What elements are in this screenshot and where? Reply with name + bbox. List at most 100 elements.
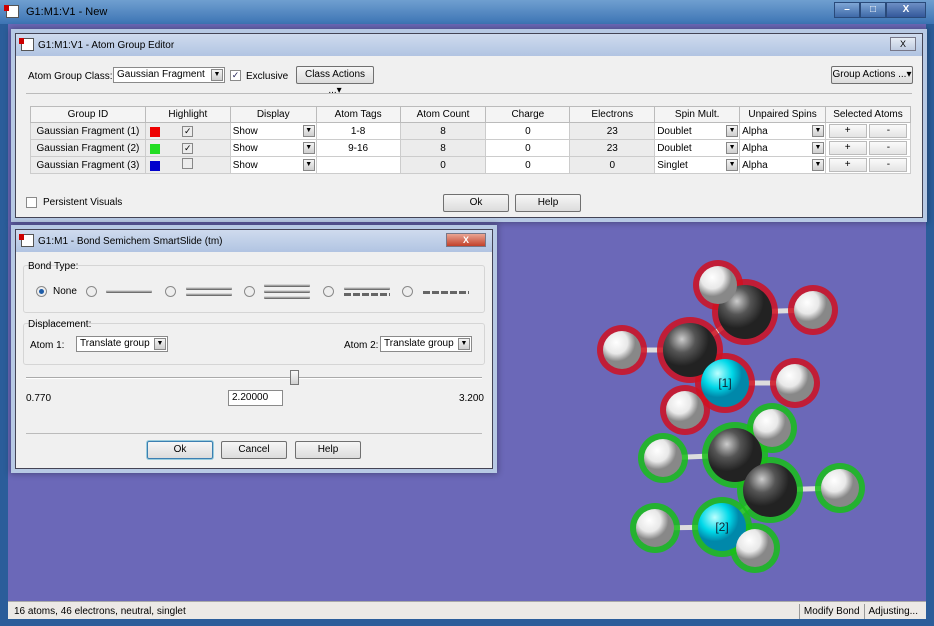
add-selected-button[interactable]: + [828, 158, 867, 172]
column-header[interactable]: Atom Tags [315, 106, 401, 123]
bond-triple-radio[interactable] [244, 286, 255, 297]
hydrogen-atom[interactable] [636, 509, 674, 547]
table-row[interactable]: Gaussian Fragment (2) ✓ Show ▼ 9-16 8 0 23 Doubl… [30, 139, 911, 157]
chevron-down-icon: ▼ [211, 69, 223, 81]
slider-track[interactable] [26, 377, 482, 379]
column-header[interactable]: Selected Atoms [825, 106, 911, 123]
carbon-atom[interactable] [743, 463, 797, 517]
chevron-down-icon: ▼ [154, 338, 166, 350]
distance-input[interactable]: 2.20000 [228, 390, 283, 406]
chevron-down-icon: ▼ [812, 159, 825, 171]
smartslide-help-button[interactable]: Help [295, 441, 361, 459]
smartslide-cancel-button[interactable]: Cancel [221, 441, 287, 459]
column-header[interactable]: Highlight [144, 106, 231, 123]
display-select[interactable]: Show ▼ [229, 139, 317, 157]
group-id: Gaussian Fragment (2) [30, 139, 146, 157]
display-select[interactable]: Show ▼ [229, 122, 317, 140]
column-header[interactable]: Unpaired Spins [739, 106, 827, 123]
electrons-cell: 0 [569, 156, 656, 174]
hydrogen-atom[interactable] [794, 291, 832, 329]
slider-max: 3.200 [458, 393, 484, 404]
remove-selected-button[interactable]: - [869, 141, 908, 155]
bond-partial-radio[interactable] [402, 286, 413, 297]
column-header[interactable]: Electrons [569, 106, 656, 123]
maximize-button[interactable]: □ [860, 2, 886, 18]
chevron-down-icon: ▼ [302, 159, 315, 171]
exclusive-checkbox[interactable]: ✓ [230, 70, 241, 81]
group-actions-button[interactable]: Group Actions ...▾ [831, 66, 913, 84]
age-close-button[interactable]: X [890, 37, 916, 51]
unpaired-select[interactable]: Alpha ▼ [739, 156, 827, 174]
highlight-checkbox[interactable]: ✓ [182, 142, 194, 154]
class-actions-button[interactable]: Class Actions ...▾ [296, 66, 374, 96]
smartslide-titlebar: G1:M1 - Bond Semichem SmartSlide (tm) X [16, 230, 492, 252]
atom1-select[interactable]: Translate group ▼ [76, 336, 168, 352]
age-ok-button[interactable]: Ok [443, 194, 509, 212]
atom-tags-cell[interactable]: 9-16 [315, 139, 401, 157]
atom2-select[interactable]: Translate group ▼ [380, 336, 472, 352]
selected-atoms-cell: + - [825, 139, 911, 157]
close-button[interactable]: X [886, 2, 926, 18]
table-row[interactable]: Gaussian Fragment (3) Show ▼ 0 0 0 Singlet ▼ Alp… [30, 156, 911, 174]
aromatic-bond-dash [344, 293, 390, 296]
hydrogen-atom[interactable] [699, 266, 737, 304]
slider-thumb[interactable] [290, 370, 300, 385]
bond-double-radio[interactable] [165, 286, 176, 297]
column-header[interactable]: Display [229, 106, 317, 123]
charge-cell[interactable]: 0 [485, 156, 571, 174]
hydrogen-atom[interactable] [603, 331, 641, 369]
group-color-swatch [149, 127, 160, 137]
app-icon [19, 38, 34, 51]
bond-aromatic-radio[interactable] [323, 286, 334, 297]
table-row[interactable]: Gaussian Fragment (1) ✓ Show ▼ 1-8 8 0 23 Double… [30, 122, 911, 140]
minimize-button[interactable]: – [834, 2, 860, 18]
hydrogen-atom[interactable] [644, 439, 682, 477]
atom2-label: Atom 2: [344, 340, 379, 351]
unpaired-value: Alpha [742, 159, 768, 171]
hydrogen-atom[interactable] [821, 469, 859, 507]
atom-tags-cell[interactable] [315, 156, 401, 174]
atom-count-cell: 8 [399, 139, 487, 157]
add-selected-button[interactable]: + [828, 124, 867, 138]
column-header[interactable]: Spin Mult. [654, 106, 741, 123]
class-value: Gaussian Fragment [117, 69, 205, 80]
column-header[interactable]: Charge [485, 106, 571, 123]
triple-bond-icon [264, 284, 310, 287]
display-select[interactable]: Show ▼ [229, 156, 317, 174]
class-select[interactable]: Gaussian Fragment ▼ [113, 67, 225, 83]
atom-count-cell: 8 [399, 122, 487, 140]
group-actions-label: Group Actions ... [832, 69, 907, 80]
column-header[interactable]: Atom Count [399, 106, 487, 123]
highlight-checkbox[interactable]: ✓ [182, 125, 194, 137]
atom2-value: Translate group [384, 338, 454, 349]
hydrogen-atom[interactable] [666, 391, 704, 429]
spin-select[interactable]: Singlet ▼ [654, 156, 741, 174]
bond-single-radio[interactable] [86, 286, 97, 297]
charge-cell[interactable]: 0 [485, 139, 571, 157]
spin-select[interactable]: Doublet ▼ [654, 139, 741, 157]
smartslide-ok-button[interactable]: Ok [147, 441, 213, 459]
atom-tags-cell[interactable]: 1-8 [315, 122, 401, 140]
spin-select[interactable]: Doublet ▼ [654, 122, 741, 140]
atom1-label: Atom 1: [30, 340, 65, 351]
bond-none-radio[interactable] [36, 286, 47, 297]
column-header[interactable]: Group ID [30, 106, 146, 123]
charge-cell[interactable]: 0 [485, 122, 571, 140]
add-selected-button[interactable]: + [828, 141, 867, 155]
group-id: Gaussian Fragment (1) [30, 122, 146, 140]
hydrogen-atom[interactable] [753, 409, 791, 447]
unpaired-select[interactable]: Alpha ▼ [739, 139, 827, 157]
smartslide-close-button[interactable]: X [446, 233, 486, 247]
hydrogen-atom[interactable] [776, 364, 814, 402]
age-help-button[interactable]: Help [515, 194, 581, 212]
display-value: Show [232, 125, 258, 137]
status-bar: 16 atoms, 46 electrons, neutral, singlet… [8, 601, 926, 619]
hydrogen-atom[interactable] [736, 529, 774, 567]
highlight-checkbox[interactable] [182, 158, 194, 169]
smartslide-dialog: G1:M1 - Bond Semichem SmartSlide (tm) X … [15, 229, 493, 469]
remove-selected-button[interactable]: - [869, 124, 908, 138]
unpaired-select[interactable]: Alpha ▼ [739, 122, 827, 140]
remove-selected-button[interactable]: - [869, 158, 908, 172]
app-icon [4, 5, 19, 18]
persistent-visuals-checkbox[interactable] [26, 197, 37, 208]
